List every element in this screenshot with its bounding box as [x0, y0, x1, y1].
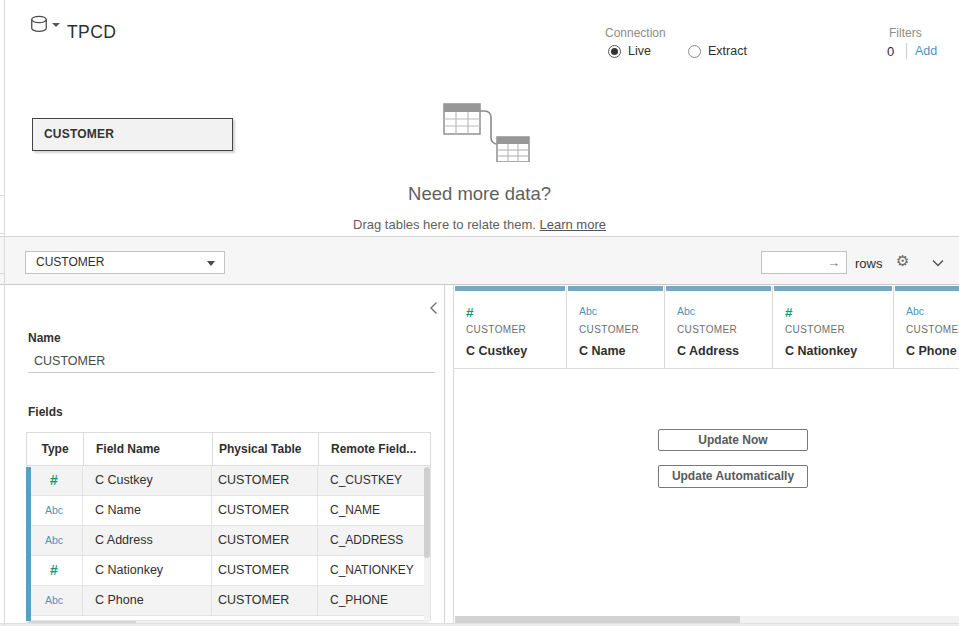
chevron-down-icon[interactable] [932, 259, 944, 267]
fields-label: Fields [28, 405, 63, 419]
physical-table-cell: CUSTOMER [212, 556, 318, 585]
column-field-name: C Phone [906, 344, 959, 358]
connection-label: Connection [605, 26, 666, 40]
field-row[interactable]: Abc C Phone CUSTOMER C_PHONE [26, 586, 431, 616]
empty-state-title: Need more data? [0, 183, 959, 205]
col-header-type[interactable]: Type [27, 433, 84, 465]
number-type-icon: # [50, 562, 58, 578]
column-field-name: C Name [579, 344, 664, 358]
grid-column-header[interactable]: # CUSTOMER C Custkey [454, 286, 566, 368]
update-now-button[interactable]: Update Now [658, 429, 808, 451]
field-name-cell: C Phone [83, 586, 212, 615]
col-header-physical-table[interactable]: Physical Table [213, 433, 319, 465]
col-header-remote-field[interactable]: Remote Field... [319, 433, 432, 465]
grid-column-header[interactable]: Abc CUSTOMER C Name [566, 286, 664, 368]
column-field-name: C Custkey [466, 344, 566, 358]
fields-table-header: Type Field Name Physical Table Remote Fi… [26, 432, 431, 466]
remote-field-cell: C_NATIONKEY [318, 556, 431, 585]
physical-table-cell: CUSTOMER [212, 466, 318, 495]
filters-count: 0 [887, 44, 894, 59]
database-menu-caret-icon[interactable] [52, 23, 60, 27]
fields-table-vertical-scrollbar[interactable] [424, 467, 430, 625]
col-header-field-name[interactable]: Field Name [84, 433, 213, 465]
column-table-name: CUSTOMER [466, 324, 566, 335]
string-type-icon: Abc [906, 305, 959, 319]
grid-horizontal-scrollbar[interactable] [455, 616, 959, 623]
grid-column-header[interactable]: # CUSTOMER C Nationkey [772, 286, 893, 368]
update-automatically-button[interactable]: Update Automatically [658, 465, 808, 488]
field-row[interactable]: # C Custkey CUSTOMER C_CUSTKEY [26, 466, 431, 496]
collapse-panel-icon[interactable] [429, 301, 438, 315]
filters-add-link[interactable]: Add [915, 44, 937, 58]
physical-table-cell: CUSTOMER [212, 526, 318, 555]
grid-column-header[interactable]: Abc CUSTOMER C Address [664, 286, 772, 368]
canvas-table-label: CUSTOMER [33, 119, 232, 149]
string-type-icon: Abc [45, 504, 63, 516]
rows-label: rows [855, 256, 882, 271]
rail-tick [0, 233, 5, 234]
radio-live[interactable] [608, 45, 621, 58]
empty-state-hint: Drag tables here to relate them. Learn m… [0, 217, 959, 232]
grid-column-header[interactable]: Abc CUSTOMER C Phone [893, 286, 959, 368]
name-input-underline [28, 372, 435, 373]
database-icon[interactable] [29, 14, 49, 35]
column-table-name: CUSTOMER [677, 324, 772, 335]
string-type-icon: Abc [579, 305, 664, 319]
column-table-name: CUSTOMER [906, 324, 959, 335]
field-row[interactable]: Abc C Address CUSTOMER C_ADDRESS [26, 526, 431, 556]
number-type-icon: # [50, 472, 58, 488]
column-table-name: CUSTOMER [579, 324, 664, 335]
grid-header-divider [454, 368, 959, 369]
field-row[interactable]: Abc C Name CUSTOMER C_NAME [26, 496, 431, 526]
column-field-name: C Nationkey [785, 344, 893, 358]
radio-extract[interactable] [688, 45, 701, 58]
data-preview-grid: # CUSTOMER C Custkey Abc CUSTOMER C Name… [453, 285, 959, 626]
collapsed-left-pane-divider [4, 0, 5, 626]
column-table-name: CUSTOMER [785, 324, 893, 335]
scrollbar-thumb[interactable] [424, 467, 430, 558]
relate-tables-illustration-icon [432, 96, 538, 162]
radio-extract-label[interactable]: Extract [708, 44, 747, 58]
field-name-cell: C Name [83, 496, 212, 525]
remote-field-cell: C_CUSTKEY [318, 466, 431, 495]
rows-selected-accent-bar [26, 467, 31, 626]
remote-field-cell: C_PHONE [318, 586, 431, 615]
number-type-icon: # [785, 305, 893, 319]
string-type-icon: Abc [45, 594, 63, 606]
rail-tick [0, 273, 5, 274]
dropdown-caret-icon [207, 261, 215, 266]
rail-tick [0, 195, 5, 196]
column-field-name: C Address [677, 344, 772, 358]
data-source-page: TPCD Connection Live Extract Filters 0 A… [0, 0, 959, 626]
radio-live-label[interactable]: Live [628, 44, 651, 58]
physical-table-cell: CUSTOMER [212, 586, 318, 615]
fields-table: Type Field Name Physical Table Remote Fi… [26, 432, 431, 626]
remote-field-cell: C_NAME [318, 496, 431, 525]
field-name-cell: C Custkey [83, 466, 212, 495]
canvas-table-customer[interactable]: CUSTOMER [32, 118, 233, 151]
name-label: Name [28, 331, 61, 345]
table-select-dropdown[interactable]: CUSTOMER [25, 251, 225, 274]
string-type-icon: Abc [677, 305, 772, 319]
scrollbar-thumb[interactable] [455, 616, 740, 623]
physical-table-cell: CUSTOMER [212, 496, 318, 525]
enter-arrow-icon: → [827, 253, 840, 273]
filters-label: Filters [889, 26, 922, 40]
remote-field-cell: C_ADDRESS [318, 526, 431, 555]
gear-icon[interactable]: ⚙ [896, 252, 909, 270]
field-name-cell: C Address [83, 526, 212, 555]
rows-count-input[interactable]: → [761, 251, 847, 274]
name-input[interactable]: CUSTOMER [34, 354, 105, 368]
table-select-value: CUSTOMER [26, 252, 224, 273]
filters-divider [906, 43, 907, 59]
datasource-title[interactable]: TPCD [67, 22, 116, 43]
field-row[interactable]: # C Nationkey CUSTOMER C_NATIONKEY [26, 556, 431, 586]
learn-more-link[interactable]: Learn more [539, 217, 605, 232]
number-type-icon: # [466, 305, 566, 319]
field-name-cell: C Nationkey [83, 556, 212, 585]
drag-hint-text: Drag tables here to relate them. [353, 217, 536, 232]
string-type-icon: Abc [45, 534, 63, 546]
